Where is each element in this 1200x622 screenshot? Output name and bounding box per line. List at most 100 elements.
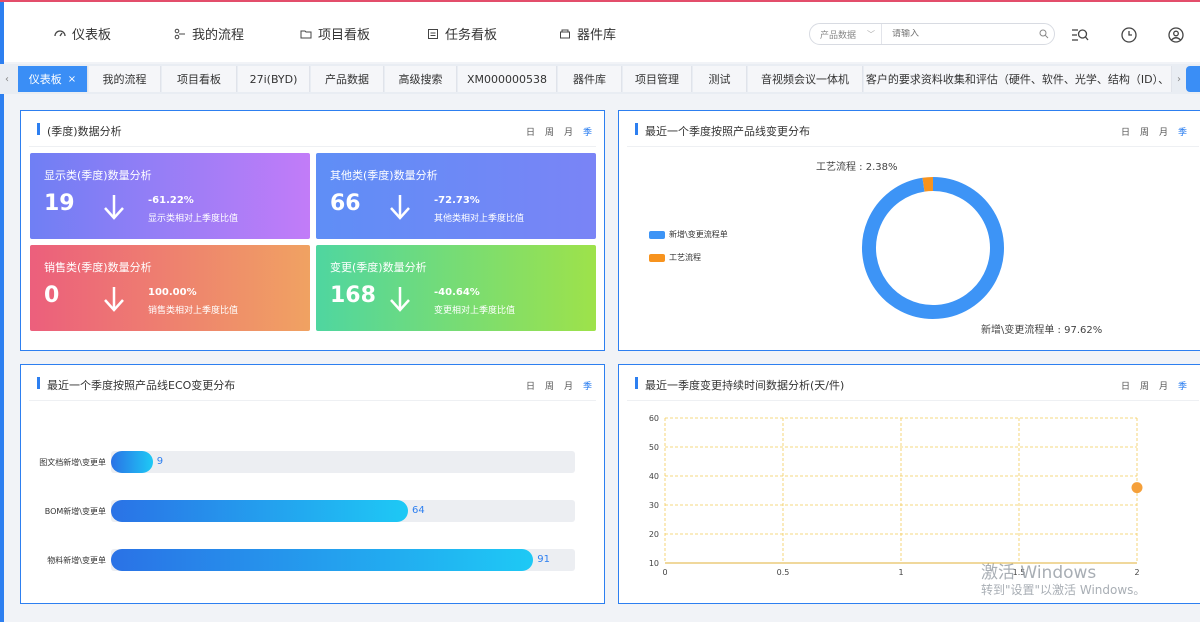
panel-change-duration: 最近一季度变更持续时间数据分析(天/件) 日 周 月 季 10 20 30 40 50 6… xyxy=(618,364,1200,604)
stat-card-sales: 销售类(季度)数量分析 0 100.00% 销售类相对上季度比值 xyxy=(30,245,310,331)
tab-label: 高级搜索 xyxy=(398,73,443,86)
bar-category-label: 图文档新增\变更单 xyxy=(39,458,106,467)
tab-label: 我的流程 xyxy=(102,73,147,86)
period-week[interactable]: 周 xyxy=(545,379,554,392)
arrow-down-icon xyxy=(104,287,124,312)
period-switch: 日 周 月 季 xyxy=(526,125,592,138)
tab-project-board[interactable]: 项目看板 xyxy=(162,66,237,92)
nav-task-board[interactable]: 任务看板 xyxy=(427,24,497,43)
nav-component-library[interactable]: 器件库 xyxy=(559,24,616,43)
nav-project-board[interactable]: 项目看板 xyxy=(300,24,370,43)
duration-scatter-chart: 1020304050600 0.5 1 1.5 2 xyxy=(649,414,1143,577)
folder-icon xyxy=(300,30,312,38)
tab-my-workflow[interactable]: 我的流程 xyxy=(89,66,161,92)
scatter-point xyxy=(1131,482,1143,494)
bar-track xyxy=(111,451,575,473)
tab-customer-requirements[interactable]: 客户的要求资料收集和评估（硬件、软件、光学、结构（ID）、 xyxy=(864,66,1172,92)
card-title: 销售类(季度)数量分析 xyxy=(44,261,152,274)
panel-title: (季度)数据分析 xyxy=(37,123,122,139)
workflow-icon xyxy=(174,28,185,39)
arrow-down-icon xyxy=(104,195,124,220)
card-percent: -40.64% xyxy=(434,287,480,298)
y-tick-label: 10 xyxy=(649,559,659,568)
close-icon[interactable]: × xyxy=(68,74,76,85)
search-input[interactable] xyxy=(882,29,1034,39)
arrow-down-icon xyxy=(390,195,410,220)
chevron-down-icon: ﹀ xyxy=(867,30,875,39)
tab-label: 项目看板 xyxy=(177,73,221,86)
tab-bar: ‹ 仪表板 × 我的流程 项目看板 27i(BYD) 产品数据 高级搜索 XM00… xyxy=(0,64,1200,94)
period-day[interactable]: 日 xyxy=(526,125,535,138)
panel-title: 最近一个季度按照产品线ECO变更分布 xyxy=(37,377,235,393)
card-desc: 其他类相对上季度比值 xyxy=(434,214,525,224)
user-profile-icon[interactable] xyxy=(1167,26,1185,44)
card-desc: 变更相对上季度比值 xyxy=(434,306,516,316)
x-tick-label: 0.5 xyxy=(777,568,790,577)
period-month[interactable]: 月 xyxy=(564,125,573,138)
card-value: 0 xyxy=(44,283,60,308)
component-library-icon xyxy=(560,29,570,38)
tab-test[interactable]: 测试 xyxy=(693,66,747,92)
period-day[interactable]: 日 xyxy=(526,379,535,392)
period-week[interactable]: 周 xyxy=(545,125,554,138)
stat-card-change: 变更(季度)数量分析 168 -40.64% 变更相对上季度比值 xyxy=(316,245,596,331)
tab-component-library[interactable]: 器件库 xyxy=(558,66,622,92)
bar-fill[interactable] xyxy=(111,549,534,571)
bar-category-label: BOM新增\变更单 xyxy=(44,507,106,516)
left-accent-strip xyxy=(0,2,4,622)
nav-my-workflow[interactable]: 我的流程 xyxy=(174,24,244,43)
tab-scroll-left-icon[interactable]: ‹ xyxy=(0,64,14,94)
tab-xm000000538[interactable]: XM000000538 xyxy=(458,66,557,92)
nav-dashboard[interactable]: 仪表板 xyxy=(54,24,111,43)
tab-label: 产品数据 xyxy=(325,73,369,86)
windows-activation-watermark-title: 激活 Windows xyxy=(981,563,1097,583)
search-type-select[interactable]: 产品数据 ﹀ xyxy=(810,24,882,44)
arrow-down-icon xyxy=(390,287,410,312)
period-month[interactable]: 月 xyxy=(564,379,573,392)
tab-advanced-search[interactable]: 高级搜索 xyxy=(385,66,457,92)
nav-label: 器件库 xyxy=(577,28,617,43)
x-tick-label: 2 xyxy=(1134,568,1139,577)
y-tick-label: 30 xyxy=(649,501,659,510)
search-icon[interactable] xyxy=(1034,24,1054,44)
nav-label: 我的流程 xyxy=(192,28,245,43)
bar-value-label: 9 xyxy=(156,456,164,467)
donut-label-new-change: 新增\变更流程单 : 97.62% xyxy=(981,325,1103,336)
bar-fill[interactable] xyxy=(111,451,153,473)
panel-header: 最近一个季度按照产品线ECO变更分布 日 周 月 季 xyxy=(29,365,596,401)
tab-label: 测试 xyxy=(708,73,731,86)
nav-label: 仪表板 xyxy=(72,28,112,43)
panel-header: (季度)数据分析 日 周 月 季 xyxy=(29,111,596,147)
card-title: 显示类(季度)数量分析 xyxy=(44,169,152,182)
tab-scroll-right-icon[interactable]: › xyxy=(1172,64,1186,94)
advanced-search-icon[interactable] xyxy=(1071,26,1089,44)
donut-label-process: 工艺流程 : 2.38% xyxy=(816,162,898,173)
tab-label: 项目管理 xyxy=(635,73,679,86)
bar-value-label: 64 xyxy=(411,505,425,516)
history-clock-icon[interactable] xyxy=(1120,26,1138,44)
period-switch: 日 周 月 季 xyxy=(526,379,592,392)
tab-dashboard[interactable]: 仪表板 × xyxy=(18,66,88,92)
period-quarter[interactable]: 季 xyxy=(583,125,592,138)
tab-label: 仪表板 xyxy=(28,73,62,86)
panel-quarter-stats: (季度)数据分析 日 周 月 季 显示类(季度)数量分析 19 -61.22% … xyxy=(20,110,605,351)
period-quarter[interactable]: 季 xyxy=(583,379,592,392)
card-value: 19 xyxy=(44,191,75,216)
bar-fill[interactable] xyxy=(111,500,408,522)
bar-value-label: 91 xyxy=(537,554,550,565)
card-title: 变更(季度)数量分析 xyxy=(330,261,427,274)
tab-project-management[interactable]: 项目管理 xyxy=(623,66,692,92)
y-tick-label: 50 xyxy=(649,443,659,452)
card-percent: 100.00% xyxy=(148,287,197,298)
bar-category-label: 物料新增\变更单 xyxy=(47,556,106,565)
tab-av-conference[interactable]: 音视频会议一体机 xyxy=(748,66,863,92)
tab-27i-byd[interactable]: 27i(BYD) xyxy=(238,66,310,92)
tab-menu-button[interactable] xyxy=(1186,66,1200,92)
tab-label: XM000000538 xyxy=(466,72,547,86)
tab-product-data[interactable]: 产品数据 xyxy=(311,66,384,92)
tab-label: 客户的要求资料收集和评估（硬件、软件、光学、结构（ID）、 xyxy=(865,73,1170,86)
x-tick-label: 1 xyxy=(898,568,903,577)
card-desc: 显示类相对上季度比值 xyxy=(148,214,239,224)
panel-product-line-distribution: 最近一个季度按照产品线变更分布 日 周 月 季 新增\变更流程单 工艺流程 工艺… xyxy=(618,110,1200,351)
y-tick-label: 20 xyxy=(649,530,659,539)
